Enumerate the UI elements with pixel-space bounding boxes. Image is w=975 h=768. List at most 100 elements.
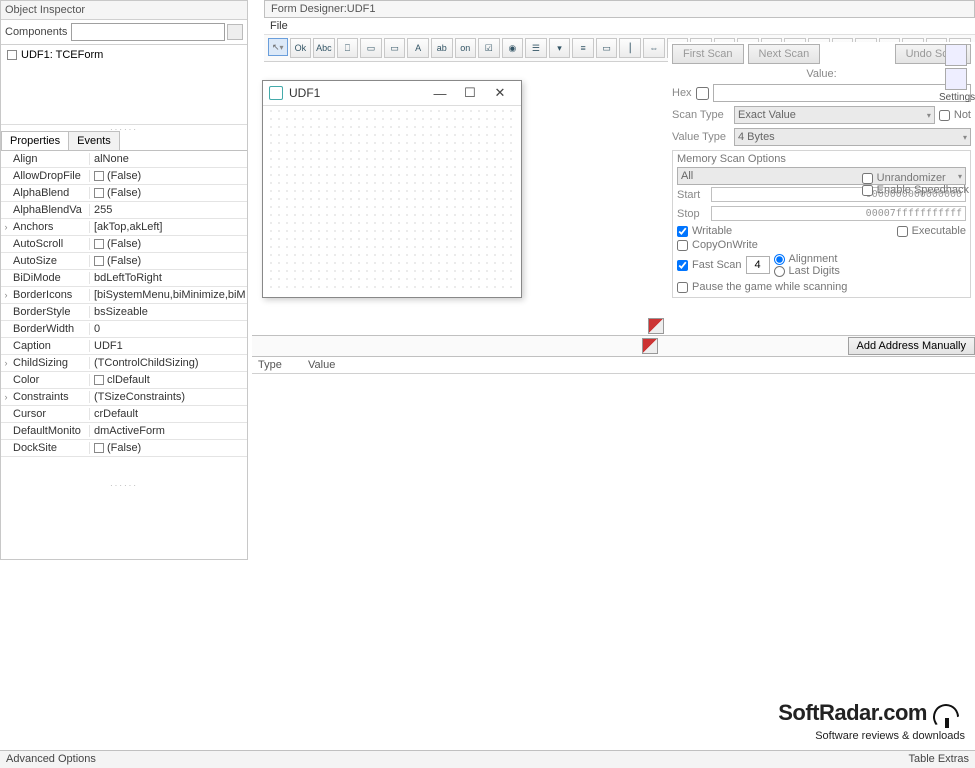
prop-row-align[interactable]: AlignalNone: [1, 151, 247, 168]
prop-row-cursor[interactable]: CursorcrDefault: [1, 406, 247, 423]
watermark: SoftRadar.com Software reviews & downloa…: [778, 700, 965, 742]
col-value[interactable]: Value: [308, 359, 335, 371]
prop-row-docksite[interactable]: DockSite (False): [1, 440, 247, 457]
speedhack-checkbox[interactable]: [862, 185, 873, 196]
add-address-button[interactable]: Add Address Manually: [848, 337, 975, 355]
tool-memo[interactable]: ≡: [572, 38, 594, 58]
tool-abc[interactable]: Abc: [313, 38, 335, 58]
cow-label: CopyOnWrite: [692, 239, 758, 251]
status-right[interactable]: Table Extras: [908, 753, 969, 766]
udf1-title-text: UDF1: [289, 86, 425, 100]
tool-combo[interactable]: ▾: [549, 38, 571, 58]
prop-row-constraints[interactable]: ›Constraints(TSizeConstraints): [1, 389, 247, 406]
prop-row-caption[interactable]: CaptionUDF1: [1, 338, 247, 355]
maximize-button[interactable]: ☐: [455, 85, 485, 101]
first-scan-button[interactable]: First Scan: [672, 44, 744, 64]
fastscan-value[interactable]: [746, 256, 770, 274]
settings-icon[interactable]: [945, 68, 967, 90]
menu-file[interactable]: File: [270, 20, 288, 32]
form-icon: [7, 50, 17, 60]
brush-icon[interactable]: [648, 318, 664, 334]
udf1-titlebar[interactable]: UDF1 — ☐ ✕: [263, 81, 521, 106]
tool-ok[interactable]: Ok: [290, 38, 312, 58]
scan-panel: First Scan Next Scan Undo Scan Value: He…: [668, 42, 975, 335]
not-checkbox[interactable]: [939, 110, 950, 121]
value-type-select[interactable]: 4 Bytes: [734, 128, 971, 146]
unrandomizer-checkbox[interactable]: [862, 173, 873, 184]
executable-checkbox[interactable]: [897, 226, 908, 237]
prop-row-bordericons[interactable]: ›BorderIcons[biSystemMenu,biMinimize,biM: [1, 287, 247, 304]
alignment-radio[interactable]: [774, 254, 785, 265]
prop-row-allowdropfile[interactable]: AllowDropFile (False): [1, 168, 247, 185]
prop-row-borderstyle[interactable]: BorderStylebsSizeable: [1, 304, 247, 321]
tool-image[interactable]: ▭: [360, 38, 382, 58]
value-label: Value:: [806, 68, 836, 80]
prop-row-autoscroll[interactable]: AutoScroll (False): [1, 236, 247, 253]
mso-title: Memory Scan Options: [677, 153, 966, 165]
settings-label: Settings: [939, 92, 973, 103]
results-panel: Type Value: [252, 357, 975, 748]
tree-item-udf1[interactable]: UDF1: TCEForm: [7, 49, 241, 61]
tool-scroll[interactable]: ⇔: [643, 38, 665, 58]
tool-pointer[interactable]: ↖: [268, 38, 288, 56]
property-grid[interactable]: AlignalNoneAllowDropFile (False)AlphaBle…: [1, 151, 247, 481]
stop-input[interactable]: 00007fffffffffff: [711, 206, 966, 221]
prop-row-anchors[interactable]: ›Anchors[akTop,akLeft]: [1, 219, 247, 236]
settings-stack: Settings: [939, 44, 973, 103]
tool-list[interactable]: ☰: [525, 38, 547, 58]
hex-label: Hex: [672, 87, 692, 99]
fastscan-checkbox[interactable]: [677, 260, 688, 271]
tree-item-label: UDF1: TCEForm: [21, 49, 103, 61]
paint-icon[interactable]: [642, 338, 658, 354]
tool-label2[interactable]: A: [407, 38, 429, 58]
next-scan-button[interactable]: Next Scan: [748, 44, 821, 64]
tool-label[interactable]: ⎕: [337, 38, 359, 58]
hex-checkbox[interactable]: [696, 87, 709, 100]
status-left[interactable]: Advanced Options: [6, 753, 96, 766]
tool-group[interactable]: ▭: [596, 38, 618, 58]
writable-label: Writable: [692, 225, 732, 237]
lastdigits-radio[interactable]: [774, 266, 785, 277]
prop-row-alphablend[interactable]: AlphaBlend (False): [1, 185, 247, 202]
close-button[interactable]: ✕: [485, 85, 515, 101]
object-inspector: Object Inspector Components UDF1: TCEFor…: [0, 0, 248, 560]
tool-on[interactable]: on: [455, 38, 477, 58]
value-input[interactable]: [713, 84, 971, 102]
start-label: Start: [677, 189, 707, 201]
watermark-subtitle: Software reviews & downloads: [778, 730, 965, 742]
scan-type-select[interactable]: Exact Value: [734, 106, 935, 124]
prop-row-childsizing[interactable]: ›ChildSizing(TControlChildSizing): [1, 355, 247, 372]
cursor-icon[interactable]: [945, 44, 967, 66]
results-header: Type Value: [252, 357, 975, 374]
components-input[interactable]: [71, 23, 225, 41]
prop-row-color[interactable]: Color clDefault: [1, 372, 247, 389]
components-filter-button[interactable]: [227, 24, 243, 40]
tab-events[interactable]: Events: [68, 131, 120, 150]
tool-check[interactable]: ☑: [478, 38, 500, 58]
inspector-tabs: Properties Events: [1, 131, 247, 151]
prop-row-bidimode[interactable]: BiDiModebdLeftToRight: [1, 270, 247, 287]
not-label: Not: [954, 109, 971, 121]
dish-icon: [931, 704, 965, 730]
splitter-bottom[interactable]: ······: [1, 481, 247, 487]
tool-ab[interactable]: ab: [431, 38, 453, 58]
pause-checkbox[interactable]: [677, 282, 688, 293]
form-designer-title: Form Designer:UDF1: [264, 0, 975, 18]
cow-checkbox[interactable]: [677, 240, 688, 251]
tool-radio[interactable]: ◉: [502, 38, 524, 58]
tool-splitter[interactable]: ⎮: [619, 38, 641, 58]
udf1-design-surface[interactable]: [267, 107, 517, 293]
minimize-button[interactable]: —: [425, 86, 455, 101]
tool-panel[interactable]: ▭: [384, 38, 406, 58]
col-type[interactable]: Type: [258, 359, 308, 371]
prop-row-alphablendva[interactable]: AlphaBlendVa255: [1, 202, 247, 219]
watermark-title: SoftRadar.com: [778, 700, 927, 725]
tab-properties[interactable]: Properties: [1, 131, 69, 150]
stop-label: Stop: [677, 208, 707, 220]
prop-row-autosize[interactable]: AutoSize (False): [1, 253, 247, 270]
prop-row-defaultmonito[interactable]: DefaultMonitodmActiveForm: [1, 423, 247, 440]
prop-row-borderwidth[interactable]: BorderWidth0: [1, 321, 247, 338]
writable-checkbox[interactable]: [677, 226, 688, 237]
udf1-window[interactable]: UDF1 — ☐ ✕: [262, 80, 522, 298]
components-tree[interactable]: UDF1: TCEForm: [1, 45, 247, 125]
